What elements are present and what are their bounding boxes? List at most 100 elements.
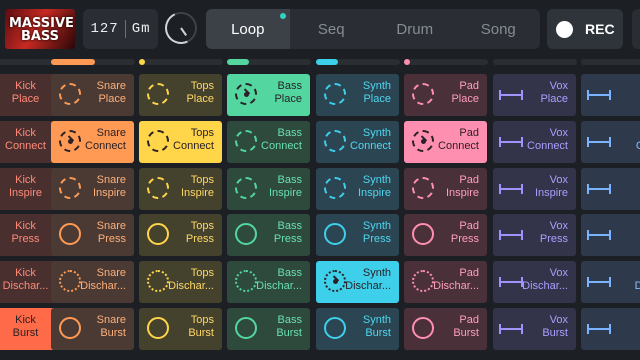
pad-label: Pad Inspire [445, 174, 479, 199]
pad-label: Tops Press [185, 220, 214, 245]
pad-snare-inspire[interactable]: Snare Inspire [51, 168, 134, 210]
record-button[interactable]: REC [547, 9, 623, 49]
tab-loop-label: Loop [231, 20, 265, 38]
pad-vox-press[interactable]: Vox Press [493, 214, 576, 256]
pad-label: Bass Place [274, 80, 302, 105]
pad-f-press[interactable]: F Pr [581, 214, 640, 256]
column-header-vox[interactable] [493, 58, 577, 66]
pad-label: Snare Burst [96, 314, 126, 339]
pad-tops-press[interactable]: Tops Press [139, 214, 222, 256]
pad-synth-place[interactable]: Synth Place [316, 74, 399, 116]
menu-edge[interactable] [632, 9, 640, 49]
pad-label: Snare Place [96, 80, 126, 105]
pad-synth-press[interactable]: Synth Press [316, 214, 399, 256]
pad-vox-burst[interactable]: Vox Burst [493, 308, 576, 350]
pad-snare-place[interactable]: Snare Place [51, 74, 134, 116]
pad-vox-place[interactable]: Vox Place [493, 74, 576, 116]
pad-label: Vox Press [539, 220, 568, 245]
pad-snare-dischar[interactable]: Snare Dischar... [51, 261, 134, 303]
pad-label: F Con [635, 140, 640, 152]
pad-bass-press[interactable]: Bass Press [227, 214, 310, 256]
pad-label: Vox Burst [542, 314, 568, 339]
tempo-divider [124, 20, 126, 38]
sound-pack-artwork[interactable]: MASSIVE BASS [5, 9, 75, 49]
pad-f-inspire[interactable]: F Ins [581, 168, 640, 210]
pad-tops-dischar[interactable]: Tops Dischar... [139, 261, 222, 303]
pad-label: Bass Connect [261, 127, 302, 152]
tab-drum[interactable]: Drum [373, 9, 457, 49]
pad-f-connect[interactable]: F Con [581, 121, 640, 163]
pad-label: Snare Dischar... [80, 267, 126, 292]
column-header-bar [493, 59, 577, 65]
pad-synth-connect[interactable]: Synth Connect [316, 121, 399, 163]
pad-f-place[interactable]: F Pl [581, 74, 640, 116]
pad-vox-connect[interactable]: Vox Connect [493, 121, 576, 163]
pad-pad-place[interactable]: Pad Place [404, 74, 487, 116]
column-header-bass[interactable] [227, 58, 311, 66]
pad-synth-burst[interactable]: Synth Burst [316, 308, 399, 350]
tab-seq[interactable]: Seq [290, 9, 374, 49]
tab-loop[interactable]: Loop [206, 9, 290, 49]
pad-pad-burst[interactable]: Pad Burst [404, 308, 487, 350]
tempo-key-display[interactable]: 127 Gm [83, 9, 158, 49]
pad-snare-burst[interactable]: Snare Burst [51, 308, 134, 350]
pad-pad-inspire[interactable]: Pad Inspire [404, 168, 487, 210]
column-header-pad[interactable] [404, 58, 488, 66]
pad-bass-burst[interactable]: Bass Burst [227, 308, 310, 350]
pad-label: Snare Connect [85, 127, 126, 152]
column-header-synth[interactable] [316, 58, 400, 66]
pad-label: Synth Press [362, 220, 391, 245]
pad-snare-connect[interactable]: Snare Connect [51, 121, 134, 163]
tab-song[interactable]: Song [457, 9, 541, 49]
pad-tops-place[interactable]: Tops Place [139, 74, 222, 116]
pad-synth-inspire[interactable]: Synth Inspire [316, 168, 399, 210]
pad-label: Synth Burst [362, 314, 391, 339]
pad-tops-burst[interactable]: Tops Burst [139, 308, 222, 350]
pad-label: Pad Place [451, 80, 479, 105]
column-indicator-icon [316, 59, 338, 65]
pad-label: Bass Press [273, 220, 302, 245]
pad-snare-press[interactable]: Snare Press [51, 214, 134, 256]
pad-label: Synth Connect [350, 127, 391, 152]
pad-label: Bass Burst [276, 314, 302, 339]
tab-song-label: Song [480, 20, 516, 38]
pad-synth-dischar[interactable]: Synth Dischar... [316, 261, 399, 303]
pad-label: Snare Press [96, 220, 126, 245]
pad-bass-dischar[interactable]: Bass Dischar... [227, 261, 310, 303]
column-header-bar [581, 59, 640, 65]
pad-bass-place[interactable]: Bass Place [227, 74, 310, 116]
pad-pad-connect[interactable]: Pad Connect [404, 121, 487, 163]
pad-label: Synth Inspire [357, 174, 391, 199]
pad-f-burst[interactable]: F Bu [581, 308, 640, 350]
pad-tops-inspire[interactable]: Tops Inspire [139, 168, 222, 210]
pad-label: Vox Dischar... [522, 267, 568, 292]
pad-tops-connect[interactable]: Tops Connect [139, 121, 222, 163]
pad-bass-inspire[interactable]: Bass Inspire [227, 168, 310, 210]
pad-label: F Pl [596, 80, 640, 106]
loop-active-dot-icon [279, 13, 286, 19]
pad-label: Tops Burst [188, 314, 214, 339]
pad-label: Tops Connect [173, 127, 214, 152]
pad-label: Pad Connect [438, 127, 479, 152]
pad-vox-dischar[interactable]: Vox Dischar... [493, 261, 576, 303]
pad-label: Snare Inspire [92, 174, 126, 199]
pad-label: Pad Press [450, 220, 479, 245]
column-header-bar [139, 59, 223, 65]
column-indicator-icon [404, 59, 410, 65]
column-header-f[interactable] [581, 58, 640, 66]
mode-tabs: Loop Seq Drum Song [206, 9, 540, 49]
column-header-snare[interactable] [51, 58, 135, 66]
top-bar: MASSIVE BASS 127 Gm Loop Seq Drum Song R… [0, 0, 640, 56]
pad-label: Tops Dischar... [168, 267, 214, 292]
master-volume-knob[interactable] [160, 7, 202, 49]
pad-f-dischar[interactable]: F Disc [581, 261, 640, 303]
pad-bass-connect[interactable]: Bass Connect [227, 121, 310, 163]
pad-vox-inspire[interactable]: Vox Inspire [493, 168, 576, 210]
pad-pad-dischar[interactable]: Pad Dischar... [404, 261, 487, 303]
column-header-tops[interactable] [139, 58, 223, 66]
pad-label: Synth Dischar... [345, 267, 391, 292]
pad-label: Vox Place [540, 80, 568, 105]
pad-pad-press[interactable]: Pad Press [404, 214, 487, 256]
column-indicator-icon [227, 59, 249, 65]
record-circle-icon [556, 20, 573, 38]
